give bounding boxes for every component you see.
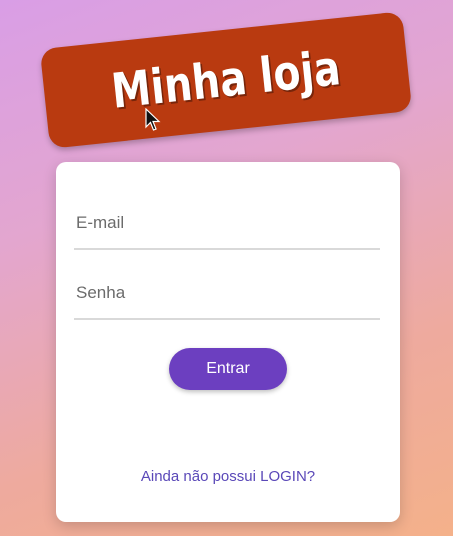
email-field-container (74, 198, 384, 250)
email-field[interactable] (74, 198, 384, 248)
login-card: Entrar Ainda não possui LOGIN? (56, 162, 400, 522)
password-field[interactable] (74, 268, 384, 318)
mouse-cursor-icon (145, 108, 161, 131)
register-link[interactable]: Ainda não possui LOGIN? (56, 468, 400, 485)
password-field-container (74, 268, 384, 320)
submit-button[interactable]: Entrar (169, 348, 287, 390)
brand-banner: Minha loja (39, 11, 413, 149)
